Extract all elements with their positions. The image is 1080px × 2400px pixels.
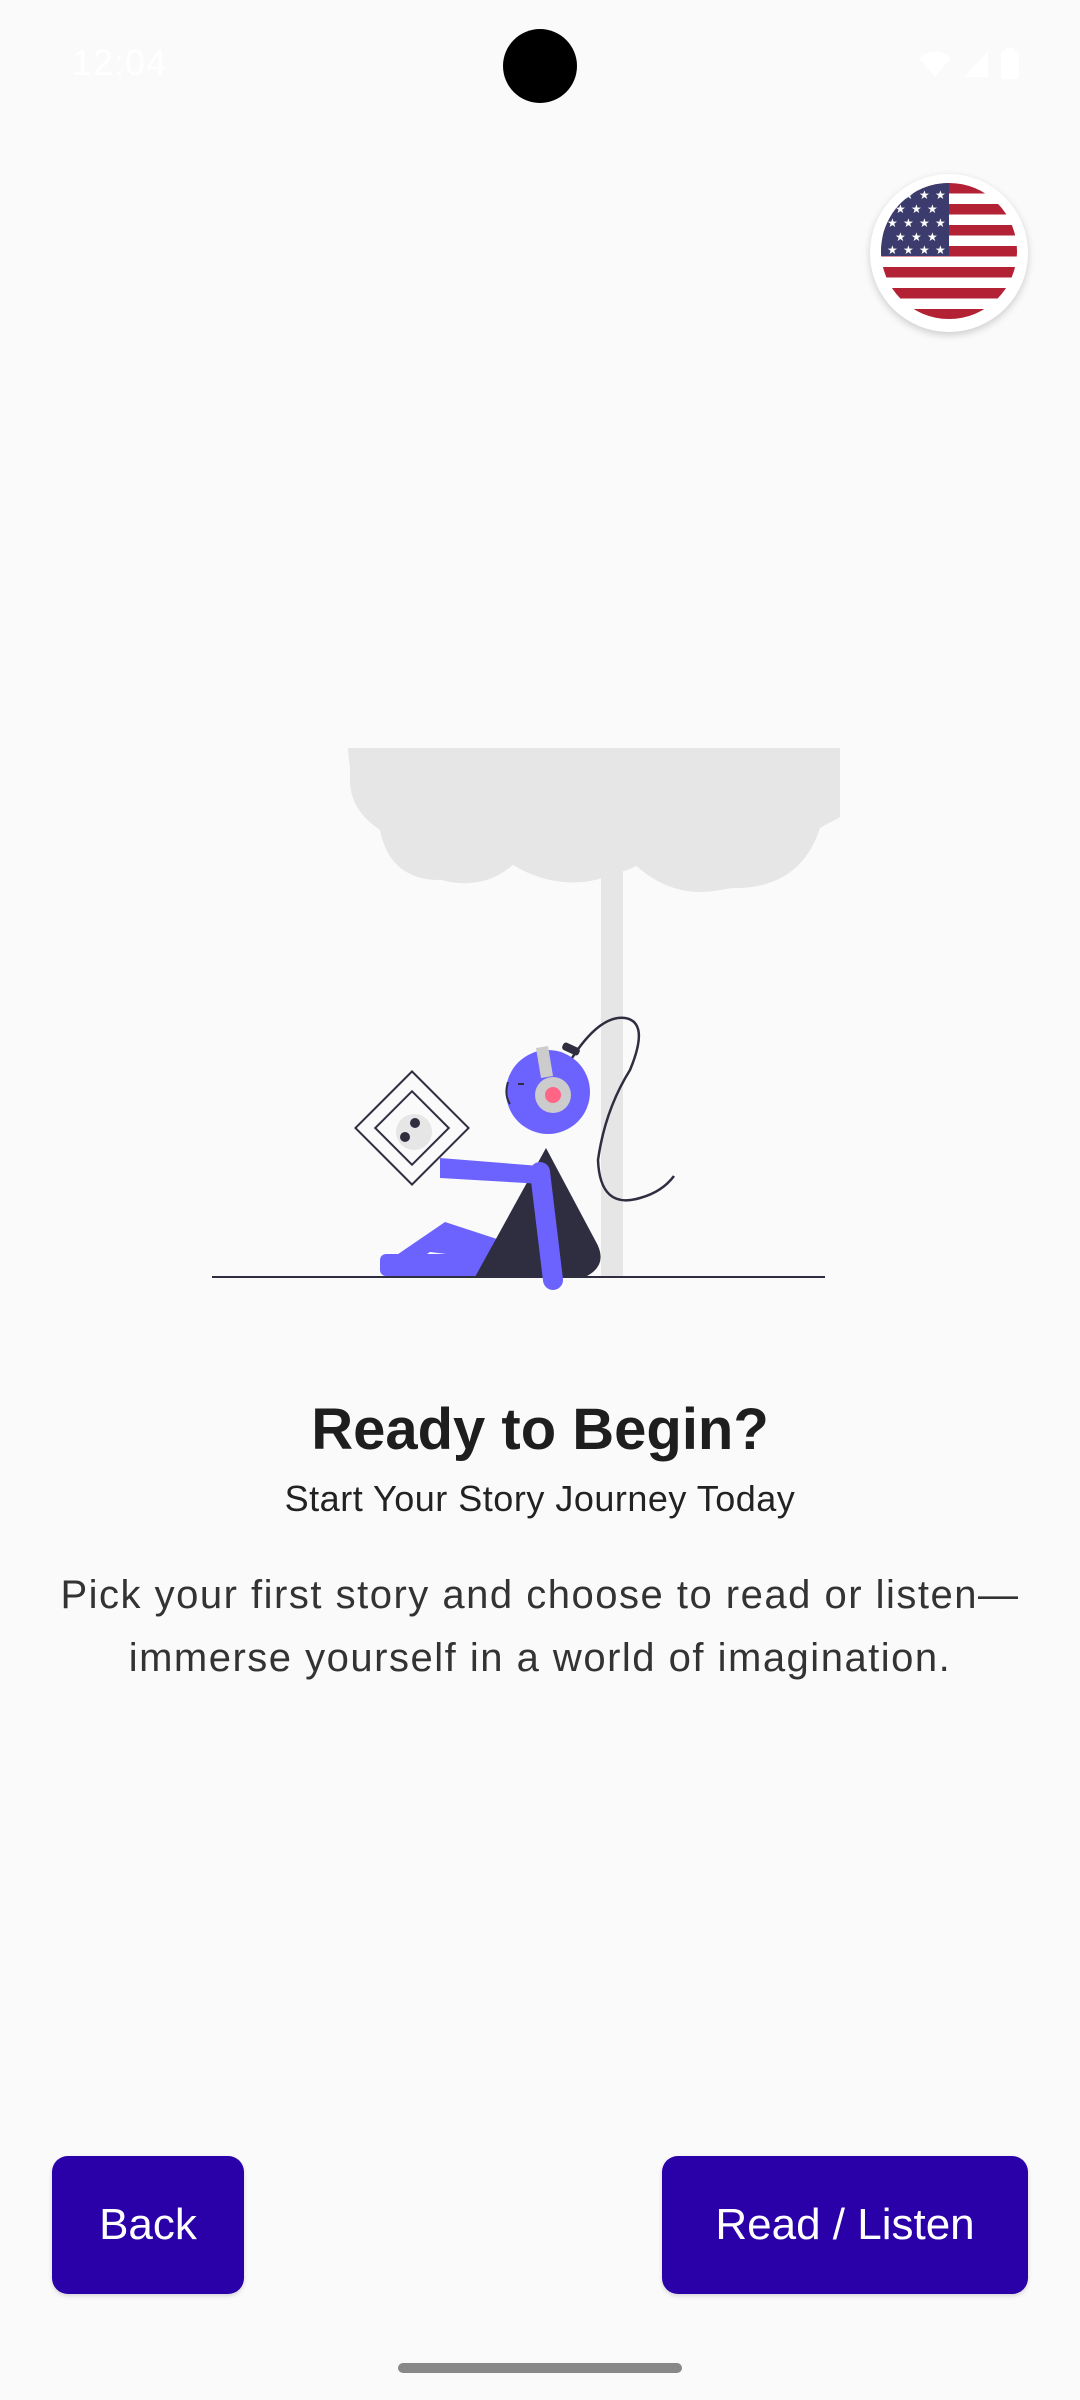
- svg-text:★: ★: [895, 202, 906, 216]
- svg-text:★: ★: [903, 243, 914, 257]
- svg-text:★: ★: [935, 216, 946, 230]
- onboarding-illustration: [200, 740, 873, 1300]
- tree-canopy: [348, 748, 873, 892]
- onboarding-text: Ready to Begin? Start Your Story Journey…: [0, 1390, 1080, 1690]
- svg-text:★: ★: [919, 243, 930, 257]
- svg-text:★: ★: [911, 202, 922, 216]
- page-subtitle: Start Your Story Journey Today: [284, 1478, 796, 1519]
- page-title: Ready to Begin?: [311, 1397, 769, 1462]
- svg-text:★: ★: [887, 243, 898, 257]
- camera-cutout: [503, 29, 577, 103]
- onboarding-screen: 12:04 ★ ★ ★ ★ ★ ★ ★ ★ ★ ★ ★ ★ ★ ★ ★ ★ ★ …: [0, 0, 1080, 2400]
- status-icons: [918, 48, 1020, 80]
- wifi-icon: [918, 49, 952, 79]
- svg-text:★: ★: [911, 230, 922, 244]
- language-selector-button[interactable]: ★ ★ ★ ★ ★ ★ ★ ★ ★ ★ ★ ★ ★ ★ ★ ★ ★ ★: [870, 174, 1028, 332]
- svg-text:★: ★: [919, 216, 930, 230]
- svg-text:★: ★: [935, 243, 946, 257]
- battery-icon: [1000, 48, 1020, 80]
- home-gesture-bar[interactable]: [398, 2363, 682, 2373]
- svg-text:★: ★: [919, 188, 930, 202]
- signal-icon: [962, 49, 990, 79]
- svg-text:★: ★: [903, 216, 914, 230]
- svg-text:★: ★: [887, 216, 898, 230]
- svg-text:★: ★: [927, 230, 938, 244]
- us-flag-icon: ★ ★ ★ ★ ★ ★ ★ ★ ★ ★ ★ ★ ★ ★ ★ ★ ★ ★: [881, 182, 1017, 324]
- status-time: 12:04: [72, 42, 168, 83]
- status-bar: 12:04: [0, 0, 1080, 130]
- svg-text:★: ★: [935, 188, 946, 202]
- back-button[interactable]: Back: [52, 2156, 244, 2294]
- svg-text:★: ★: [903, 188, 914, 202]
- svg-text:★: ★: [927, 202, 938, 216]
- tree-trunk: [601, 870, 623, 1277]
- svg-text:★: ★: [895, 230, 906, 244]
- svg-text:★: ★: [887, 188, 898, 202]
- read-listen-button[interactable]: Read / Listen: [662, 2156, 1028, 2294]
- figure-arm: [440, 1158, 543, 1184]
- page-description: Pick your first story and choose to read…: [60, 1573, 1020, 1680]
